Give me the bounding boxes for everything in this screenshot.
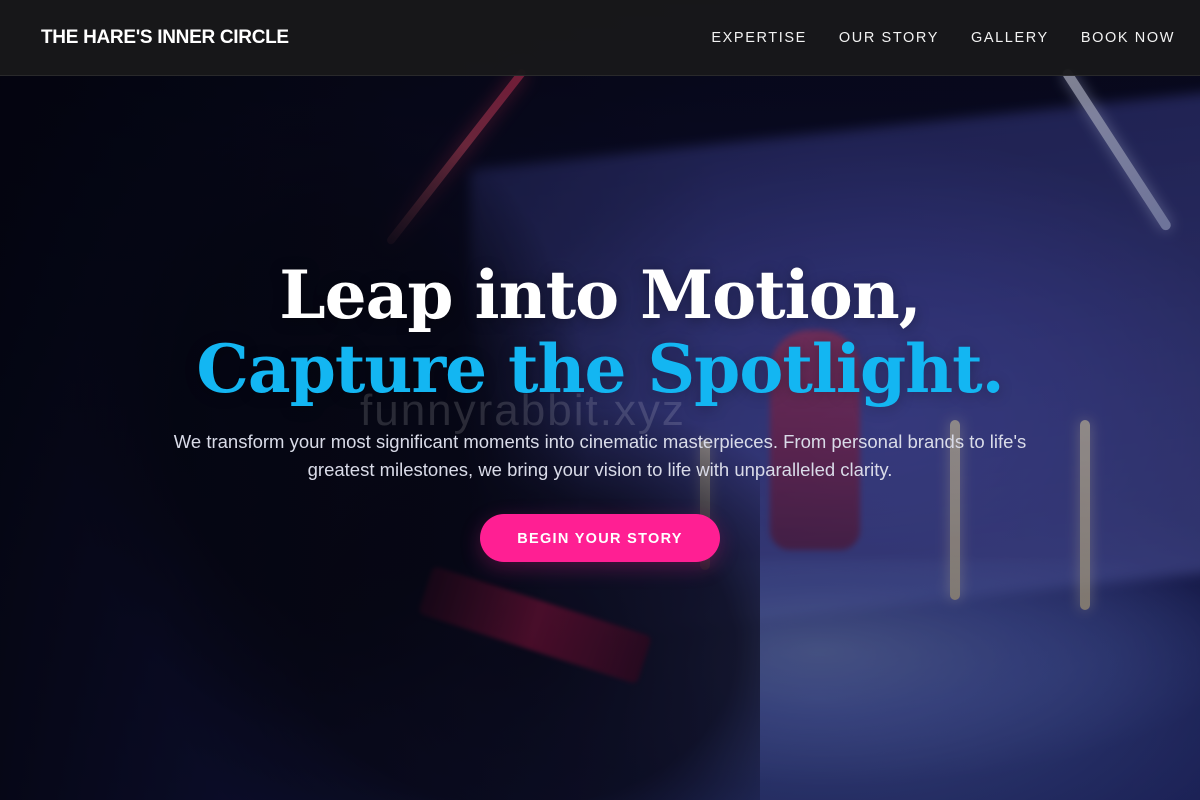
- hero-section: Leap into Motion, Capture the Spotlight.…: [0, 258, 1200, 562]
- main-nav: EXPERTISE OUR STORY GALLERY BOOK NOW: [711, 30, 1175, 46]
- begin-your-story-button[interactable]: BEGIN YOUR STORY: [480, 514, 720, 562]
- top-navbar: THE HARE'S INNER CIRCLE EXPERTISE OUR ST…: [0, 0, 1200, 76]
- nav-link-expertise[interactable]: EXPERTISE: [711, 30, 807, 46]
- nav-link-our-story[interactable]: OUR STORY: [839, 30, 939, 46]
- nav-link-book-now[interactable]: BOOK NOW: [1081, 30, 1175, 46]
- brand-logo[interactable]: THE HARE'S INNER CIRCLE: [41, 27, 289, 49]
- headline-line-primary: Leap into Motion,: [279, 256, 921, 334]
- page: THE HARE'S INNER CIRCLE EXPERTISE OUR ST…: [0, 0, 1200, 800]
- hero-headline: Leap into Motion, Capture the Spotlight.: [0, 258, 1200, 406]
- headline-line-accent: Capture the Spotlight.: [196, 330, 1004, 408]
- nav-link-gallery[interactable]: GALLERY: [971, 30, 1049, 46]
- hero-subtext: We transform your most significant momen…: [173, 431, 1027, 480]
